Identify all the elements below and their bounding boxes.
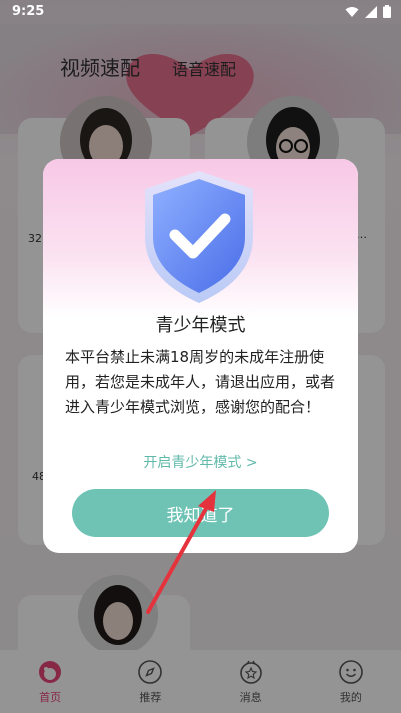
battery-icon xyxy=(383,5,391,18)
shield-check-icon xyxy=(145,171,253,303)
teen-mode-dialog: 青少年模式 本平台禁止未满18周岁的未成年注册使用，若您是未成年人，请退出应用，… xyxy=(43,159,358,553)
acknowledge-button[interactable]: 我知道了 xyxy=(72,489,329,537)
signal-icon xyxy=(365,5,377,18)
wifi-icon xyxy=(345,6,359,17)
status-bar: 9:25 xyxy=(0,0,401,24)
dialog-message: 本平台禁止未满18周岁的未成年注册使用，若您是未成年人，请退出应用，或者进入青少… xyxy=(65,348,336,416)
dialog-title: 青少年模式 xyxy=(155,315,246,336)
enable-teen-mode-link[interactable]: 开启青少年模式 > xyxy=(43,452,358,472)
status-time: 9:25 xyxy=(12,4,45,19)
